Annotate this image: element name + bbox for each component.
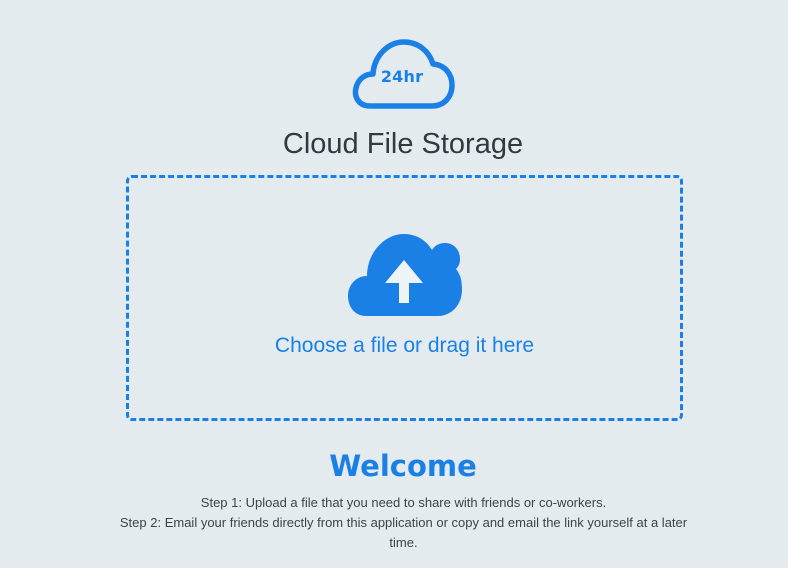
step-2-text: Step 2: Email your friends directly from… xyxy=(119,515,688,550)
welcome-heading: Welcome xyxy=(329,449,477,483)
file-drop-zone[interactable]: Choose a file or drag it here xyxy=(126,175,683,421)
cloud-upload-icon[interactable] xyxy=(346,232,464,318)
page-title: Cloud File Storage xyxy=(282,128,524,160)
dropzone-label[interactable]: Choose a file or drag it here xyxy=(129,334,680,358)
cloud-logo-icon: 24hr xyxy=(350,36,456,114)
step-1-text: Step 1: Upload a file that you need to s… xyxy=(200,495,607,510)
instructions: Step 1: Upload a file that you need to s… xyxy=(110,493,697,553)
logo-badge-text: 24hr xyxy=(380,67,424,86)
page: 24hr Cloud File Storage Choose a file or… xyxy=(0,0,788,568)
